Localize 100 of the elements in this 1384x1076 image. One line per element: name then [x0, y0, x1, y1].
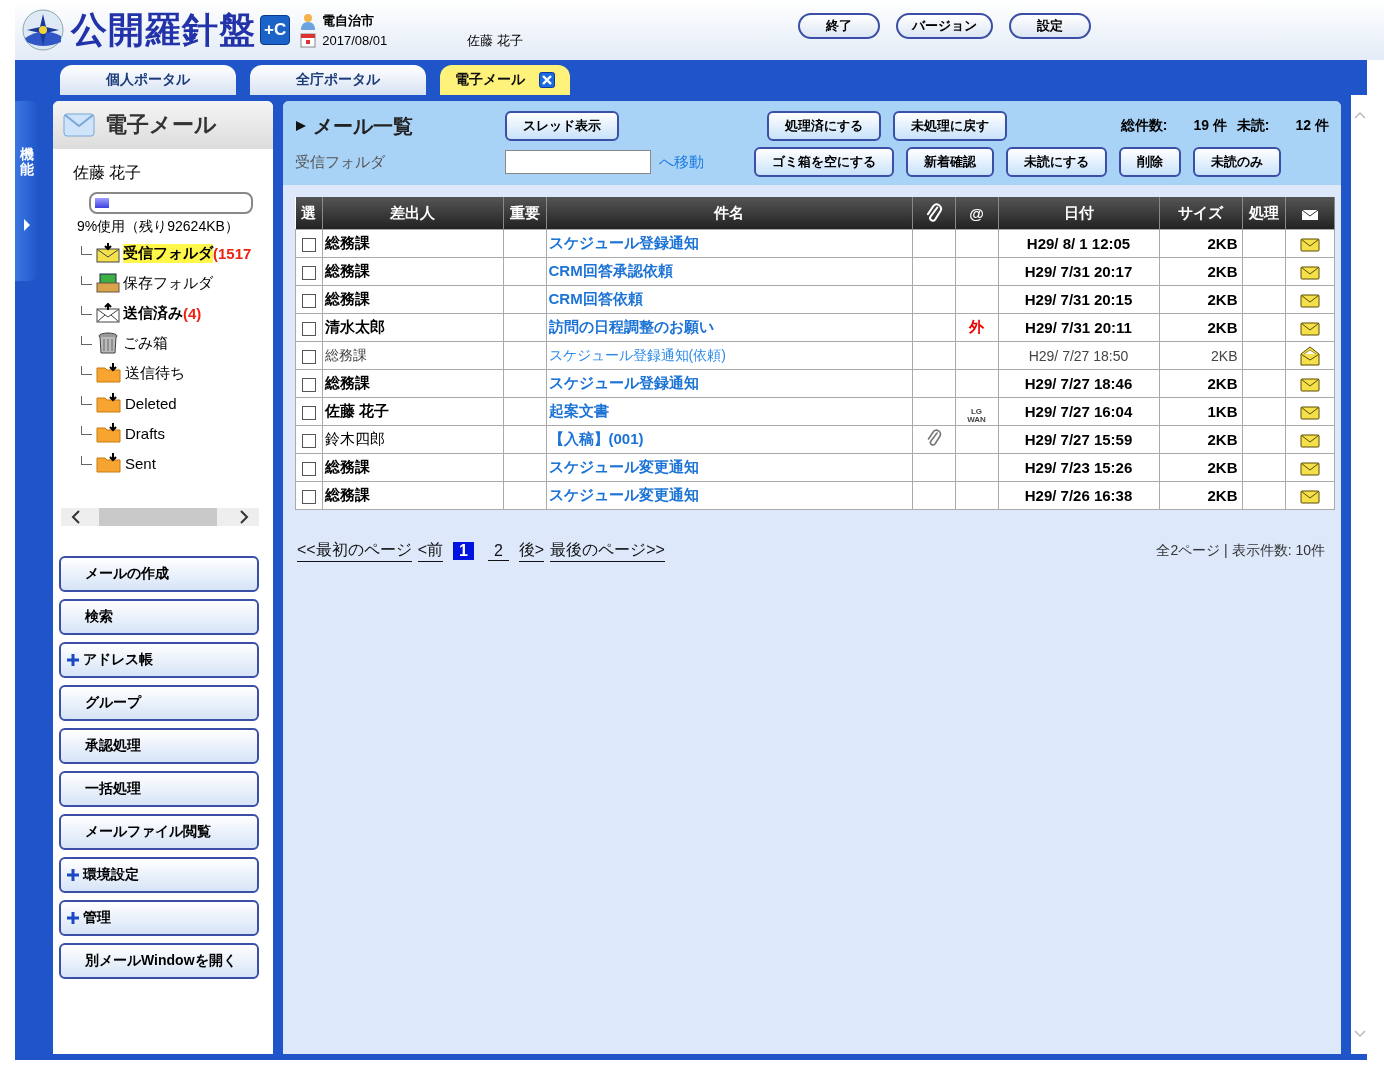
- triangle-icon: [23, 217, 31, 232]
- toolbar-button[interactable]: 未読にする: [1006, 147, 1107, 177]
- folder-item[interactable]: 送信済み: [123, 303, 183, 323]
- plus-icon: [66, 868, 80, 882]
- prev-page-link[interactable]: <前: [417, 540, 444, 562]
- sender-cell: 鈴木四郎: [322, 425, 503, 454]
- folder-item[interactable]: Sent: [125, 454, 156, 472]
- menu-button[interactable]: 別メールWindowを開く: [59, 943, 259, 979]
- chevron-left-icon[interactable]: [71, 510, 81, 524]
- menu-button[interactable]: メールの作成: [59, 556, 259, 592]
- column-header: 件名: [546, 197, 912, 230]
- calendar-icon: [300, 32, 317, 48]
- triangle-icon: [295, 120, 307, 132]
- checkbox[interactable]: [301, 462, 316, 476]
- column-header: 差出人: [322, 197, 503, 230]
- checkbox[interactable]: [301, 238, 316, 252]
- last-page-link[interactable]: 最後のページ>>: [550, 540, 665, 562]
- size-cell: 2KB: [1159, 481, 1242, 510]
- unread-count: (4): [183, 304, 202, 322]
- toolbar-button[interactable]: 処理済にする: [767, 111, 881, 141]
- date-cell: H29/ 7/27 15:59: [998, 425, 1159, 454]
- column-header: 処理: [1242, 197, 1285, 230]
- checkbox[interactable]: [301, 378, 316, 392]
- date-cell: H29/ 8/ 1 12:05: [998, 229, 1159, 258]
- size-cell: 2KB: [1159, 425, 1242, 454]
- page-link[interactable]: 1: [453, 542, 474, 560]
- horizontal-scrollbar[interactable]: [61, 508, 259, 526]
- next-page-link[interactable]: 後>: [518, 540, 545, 562]
- folder-icon: [96, 393, 122, 413]
- plus-icon: [66, 653, 80, 667]
- folder-item[interactable]: Drafts: [125, 424, 165, 442]
- envelope-icon: [1299, 266, 1320, 280]
- folder-item[interactable]: Deleted: [125, 394, 177, 412]
- toolbar-button[interactable]: 未読のみ: [1193, 147, 1281, 177]
- size-cell: 2KB: [1159, 257, 1242, 286]
- header-button[interactable]: 終了: [797, 13, 880, 39]
- envelope-icon: [1299, 322, 1320, 336]
- user-name: 佐藤 花子: [467, 32, 523, 50]
- sender-cell: 佐藤 花子: [322, 397, 503, 426]
- sender-cell: 清水太郎: [322, 313, 503, 342]
- folder-input[interactable]: [505, 150, 651, 174]
- menu-button[interactable]: アドレス帳: [59, 642, 259, 678]
- toolbar-button[interactable]: 未処理に戻す: [893, 111, 1007, 141]
- menu-button[interactable]: 検索: [59, 599, 259, 635]
- folder-item[interactable]: 受信フォルダ: [123, 243, 213, 263]
- envelope-icon: [1299, 378, 1320, 392]
- folder-icon: [96, 453, 122, 473]
- folder-item[interactable]: ごみ箱: [123, 333, 168, 353]
- page-link[interactable]: 2: [487, 541, 509, 561]
- checkbox[interactable]: [301, 294, 316, 308]
- column-header: 重要: [503, 197, 546, 230]
- first-page-link[interactable]: <<最初のページ: [297, 540, 412, 562]
- checkbox[interactable]: [301, 266, 316, 280]
- menu-button[interactable]: 環境設定: [59, 857, 259, 893]
- side-tab-label: 機能: [20, 147, 34, 178]
- toolbar-button[interactable]: スレッド表示: [505, 111, 619, 141]
- menu-button[interactable]: グループ: [59, 685, 259, 721]
- total-label: 総件数:: [1120, 117, 1168, 135]
- tab[interactable]: 電子メール: [440, 65, 570, 95]
- folder-item[interactable]: 送信待ち: [125, 363, 185, 383]
- envelope-icon: [1300, 208, 1319, 221]
- toolbar-button[interactable]: 新着確認: [906, 147, 994, 177]
- date-cell: H29/ 7/26 16:38: [998, 481, 1159, 510]
- folder-item[interactable]: 保存フォルダ: [123, 273, 213, 293]
- sender-cell: 総務課: [322, 369, 503, 398]
- open-envelope-icon: [1299, 345, 1320, 366]
- close-icon[interactable]: [539, 72, 555, 88]
- side-tab[interactable]: 機能: [15, 101, 39, 281]
- menu-button[interactable]: 承認処理: [59, 728, 259, 764]
- checkbox[interactable]: [301, 490, 316, 504]
- envelope-icon: [1299, 406, 1320, 420]
- checkbox[interactable]: [301, 322, 316, 336]
- chevron-right-icon[interactable]: [239, 510, 249, 524]
- tab[interactable]: 個人ポータル: [60, 65, 236, 95]
- toolbar-button[interactable]: 削除: [1119, 147, 1181, 177]
- subject-link[interactable]: 起案文書: [548, 402, 609, 419]
- tab[interactable]: 全庁ポータル: [250, 65, 426, 95]
- sender-cell: 総務課: [322, 481, 503, 510]
- size-cell: 1KB: [1159, 397, 1242, 426]
- menu-button[interactable]: メールファイル閲覧: [59, 814, 259, 850]
- logo-badge: +C: [260, 15, 291, 45]
- header-button[interactable]: バージョン: [895, 13, 993, 39]
- checkbox[interactable]: [301, 406, 316, 420]
- folder-icon: [96, 423, 122, 443]
- folder-icon: [96, 363, 122, 383]
- checkbox[interactable]: [301, 434, 316, 448]
- folder-label: 受信フォルダ: [295, 152, 386, 172]
- menu-button[interactable]: 管理: [59, 900, 259, 936]
- checkbox[interactable]: [301, 349, 316, 364]
- envelope-icon: [1299, 434, 1320, 448]
- subject-link[interactable]: CRM回答依頼: [548, 290, 643, 307]
- sender-cell: 総務課: [322, 341, 503, 370]
- toolbar-button[interactable]: ゴミ箱を空にする: [754, 147, 894, 177]
- envelope-icon: [96, 303, 120, 323]
- subject-link[interactable]: 【入稿】(001): [548, 430, 644, 447]
- total-count: 19 件: [1193, 117, 1227, 135]
- current-date: 2017/08/01: [322, 32, 388, 48]
- column-header: @: [955, 197, 998, 230]
- menu-button[interactable]: 一括処理: [59, 771, 259, 807]
- header-button[interactable]: 設定: [1008, 13, 1091, 39]
